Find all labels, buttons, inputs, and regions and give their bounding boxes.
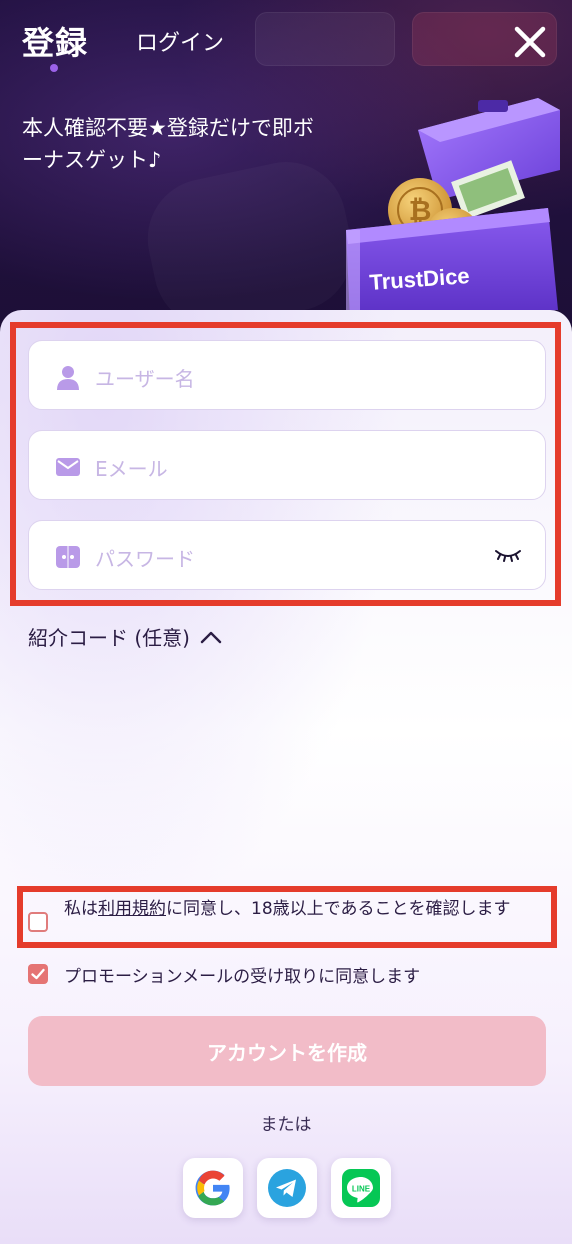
tab-register[interactable]: 登録	[22, 18, 88, 64]
terms-of-use-link[interactable]: 利用規約	[98, 899, 166, 919]
terms-text: 私は利用規約に同意し、18歳以上であることを確認します	[64, 896, 544, 922]
mail-icon	[56, 458, 80, 476]
eye-closed-icon[interactable]	[493, 545, 523, 565]
create-account-button[interactable]: アカウントを作成	[28, 1016, 546, 1086]
referral-code-toggle[interactable]: 紹介コード (任意)	[28, 622, 222, 651]
background-login-button	[255, 12, 395, 66]
hero-header: 登録 ログイン 本人確認不要★登録だけで即ボ ーナスゲット♪ ₿ TrustDi…	[0, 0, 572, 330]
username-placeholder: ユーザー名	[95, 367, 195, 391]
promo-text: 本人確認不要★登録だけで即ボ ーナスゲット♪	[22, 112, 362, 176]
lock-icon	[56, 546, 80, 568]
registration-panel: ユーザー名 Eメール パスワード 紹介コード (任意) 私は利用規約に同意し、1…	[0, 310, 572, 1244]
referral-label: 紹介コード (任意)	[28, 626, 190, 650]
password-field[interactable]: パスワード	[28, 520, 546, 590]
telegram-login-button[interactable]	[257, 1158, 317, 1218]
terms-checkbox[interactable]	[28, 912, 48, 932]
promo-consent-label: プロモーションメールの受け取りに同意します	[64, 967, 421, 987]
active-tab-indicator	[50, 64, 58, 72]
user-icon	[57, 366, 79, 390]
google-login-button[interactable]	[183, 1158, 243, 1218]
line-login-button[interactable]: LINE	[331, 1158, 391, 1218]
username-field[interactable]: ユーザー名	[28, 340, 546, 410]
or-divider-text: または	[260, 1115, 312, 1135]
email-field[interactable]: Eメール	[28, 430, 546, 500]
email-placeholder: Eメール	[95, 457, 168, 481]
chevron-up-icon	[200, 631, 222, 643]
svg-text:LINE: LINE	[352, 1185, 371, 1194]
telegram-icon	[268, 1169, 306, 1207]
promo-line-1: 本人確認不要★登録だけで即ボ	[22, 116, 314, 140]
google-icon	[195, 1170, 230, 1206]
password-placeholder: パスワード	[95, 547, 195, 571]
terms-text-after: に同意し、18歳以上であることを確認します	[166, 899, 511, 919]
tab-login[interactable]: ログイン	[136, 25, 224, 57]
line-icon: LINE	[342, 1169, 380, 1207]
promo-consent-checkbox[interactable]	[28, 964, 48, 984]
terms-text-before: 私は	[64, 899, 98, 919]
checkmark-icon	[31, 968, 45, 980]
close-icon[interactable]	[510, 22, 550, 62]
treasure-chest-illustration: ₿ ₿ TrustDice	[346, 98, 560, 320]
background-decoration	[137, 151, 364, 330]
promo-line-2: ーナスゲット♪	[22, 148, 162, 172]
